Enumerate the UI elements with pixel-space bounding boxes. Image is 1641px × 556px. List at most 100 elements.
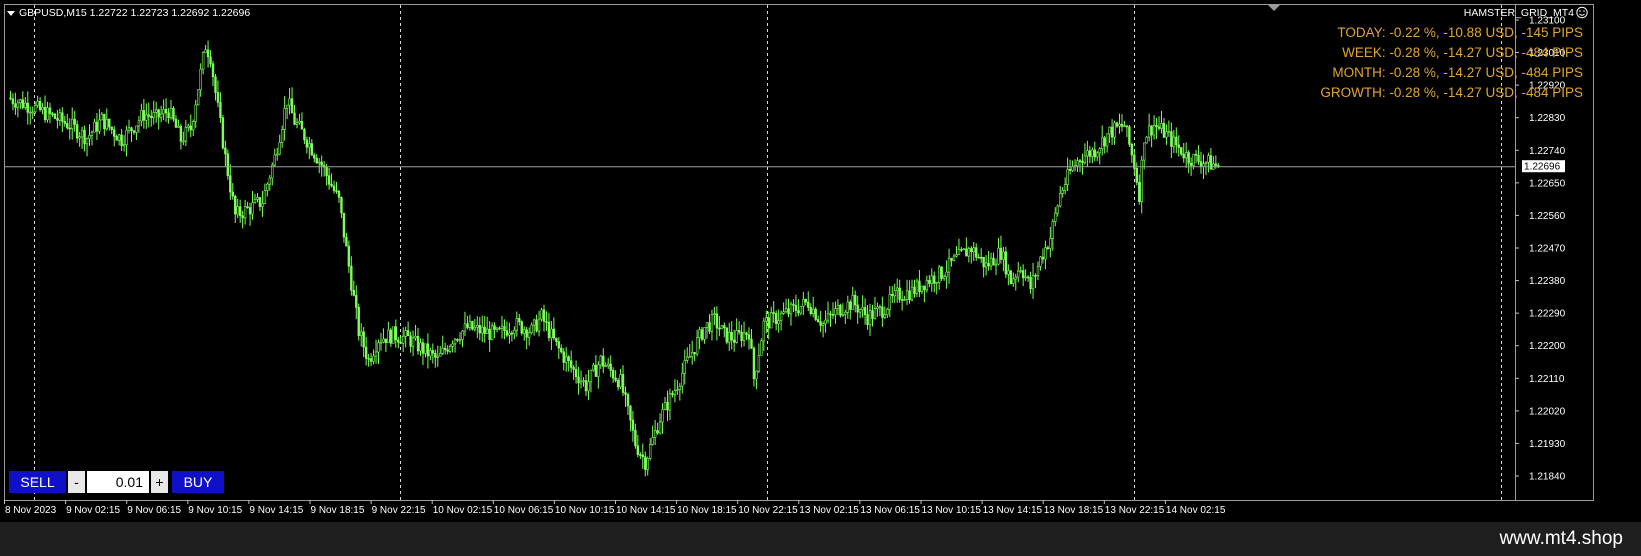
candle-body <box>174 118 178 128</box>
candle-body <box>732 339 736 343</box>
candle-body <box>532 319 536 326</box>
candle-body <box>305 139 309 148</box>
candle-body <box>1019 270 1022 272</box>
candle-body <box>379 341 383 344</box>
candle-body <box>621 374 625 393</box>
candle-body <box>1125 125 1129 128</box>
candle-body <box>555 337 558 342</box>
candle-body <box>1115 122 1119 127</box>
candle-body <box>925 279 929 291</box>
candle-body <box>256 197 259 200</box>
candle-body <box>476 325 479 328</box>
candle-body <box>898 287 901 300</box>
time-tick-label: 13 Nov 14:15 <box>983 505 1043 516</box>
candle-body <box>841 314 845 316</box>
candle-body <box>723 325 726 329</box>
candle-body <box>629 405 632 421</box>
candle-body <box>164 108 168 114</box>
candle-body <box>63 121 67 124</box>
candle-body <box>478 325 481 334</box>
lot-decrease-button[interactable]: - <box>68 471 85 493</box>
candle-body <box>397 339 400 343</box>
candle-body <box>1170 131 1173 147</box>
candle-body <box>1083 155 1087 163</box>
candle-body <box>513 329 516 334</box>
candle-body <box>463 323 467 332</box>
candle-body <box>140 110 143 122</box>
candle-body <box>276 153 279 156</box>
candle-body <box>878 306 882 309</box>
sell-button[interactable]: SELL <box>9 471 66 493</box>
candle-body <box>908 290 911 301</box>
chart-window[interactable]: 1.23100 1.23010 1.22920 1.22830 1.22740 1.226… <box>0 0 1641 556</box>
candle-body <box>1004 251 1008 275</box>
candle-body <box>1039 256 1042 267</box>
candle-body <box>29 111 32 114</box>
candle-body <box>290 98 294 114</box>
candle-body <box>965 248 968 257</box>
candle-body <box>1103 137 1106 147</box>
candle-body <box>587 381 590 392</box>
candle-body <box>401 335 405 344</box>
candle-body <box>461 330 464 340</box>
candle-body <box>1024 276 1027 279</box>
candle-body <box>1180 147 1183 155</box>
candle-body <box>246 206 249 208</box>
candle-body <box>725 327 728 343</box>
candle-body <box>58 112 62 121</box>
candle-body <box>1177 144 1180 148</box>
candle-body <box>747 334 751 340</box>
buy-button[interactable]: BUY <box>172 471 224 493</box>
candle-body <box>752 347 756 380</box>
candle-body <box>1204 162 1208 165</box>
candle-body <box>273 154 276 166</box>
candle-body <box>360 331 363 336</box>
candle-body <box>263 190 267 204</box>
time-tick-label: 10 Nov 18:15 <box>677 505 737 516</box>
candle-body <box>209 56 212 65</box>
candle-body <box>530 324 533 333</box>
candle-body <box>876 306 879 309</box>
candle-body <box>234 195 237 215</box>
candle-body <box>108 118 111 128</box>
price-chart[interactable]: 1.231001.230101.229201.228301.227401.226… <box>0 0 1641 556</box>
candle-body <box>214 76 217 93</box>
candle-body <box>426 343 430 357</box>
candle-body <box>703 327 706 340</box>
candle-body <box>794 304 798 311</box>
candle-body <box>957 249 961 255</box>
candle-body <box>997 247 1000 265</box>
candle-body <box>61 112 64 122</box>
candle-body <box>211 63 215 78</box>
candle-body <box>295 122 299 125</box>
candle-body <box>673 390 677 395</box>
candle-body <box>224 147 227 155</box>
price-tick-label: 1.22830 <box>1529 113 1566 124</box>
candle-body <box>241 215 244 219</box>
candle-body <box>1086 150 1089 157</box>
candle-body <box>839 304 842 316</box>
lot-size-input[interactable] <box>87 471 149 493</box>
candle-body <box>999 247 1003 260</box>
candle-body <box>868 310 872 325</box>
time-tick-label: 13 Nov 22:15 <box>1105 505 1165 516</box>
candle-body <box>248 207 252 215</box>
candle-body <box>658 421 662 434</box>
candle-body <box>253 199 257 203</box>
candle-body <box>651 437 654 445</box>
time-tick-label: 13 Nov 06:15 <box>860 505 920 516</box>
candle-body <box>1009 270 1013 284</box>
candle-body <box>350 265 353 291</box>
candle-body <box>891 294 894 297</box>
candle-body <box>1081 160 1084 163</box>
candle-body <box>419 342 422 352</box>
candle-body <box>446 349 449 352</box>
lot-increase-button[interactable]: + <box>151 471 168 493</box>
candle-body <box>757 355 761 372</box>
time-tick-label: 9 Nov 14:15 <box>249 505 303 516</box>
candle-body <box>1017 270 1020 278</box>
candle-body <box>1044 247 1047 260</box>
candle-body <box>268 177 272 185</box>
candle-body <box>377 342 380 353</box>
candle-body <box>851 294 854 310</box>
